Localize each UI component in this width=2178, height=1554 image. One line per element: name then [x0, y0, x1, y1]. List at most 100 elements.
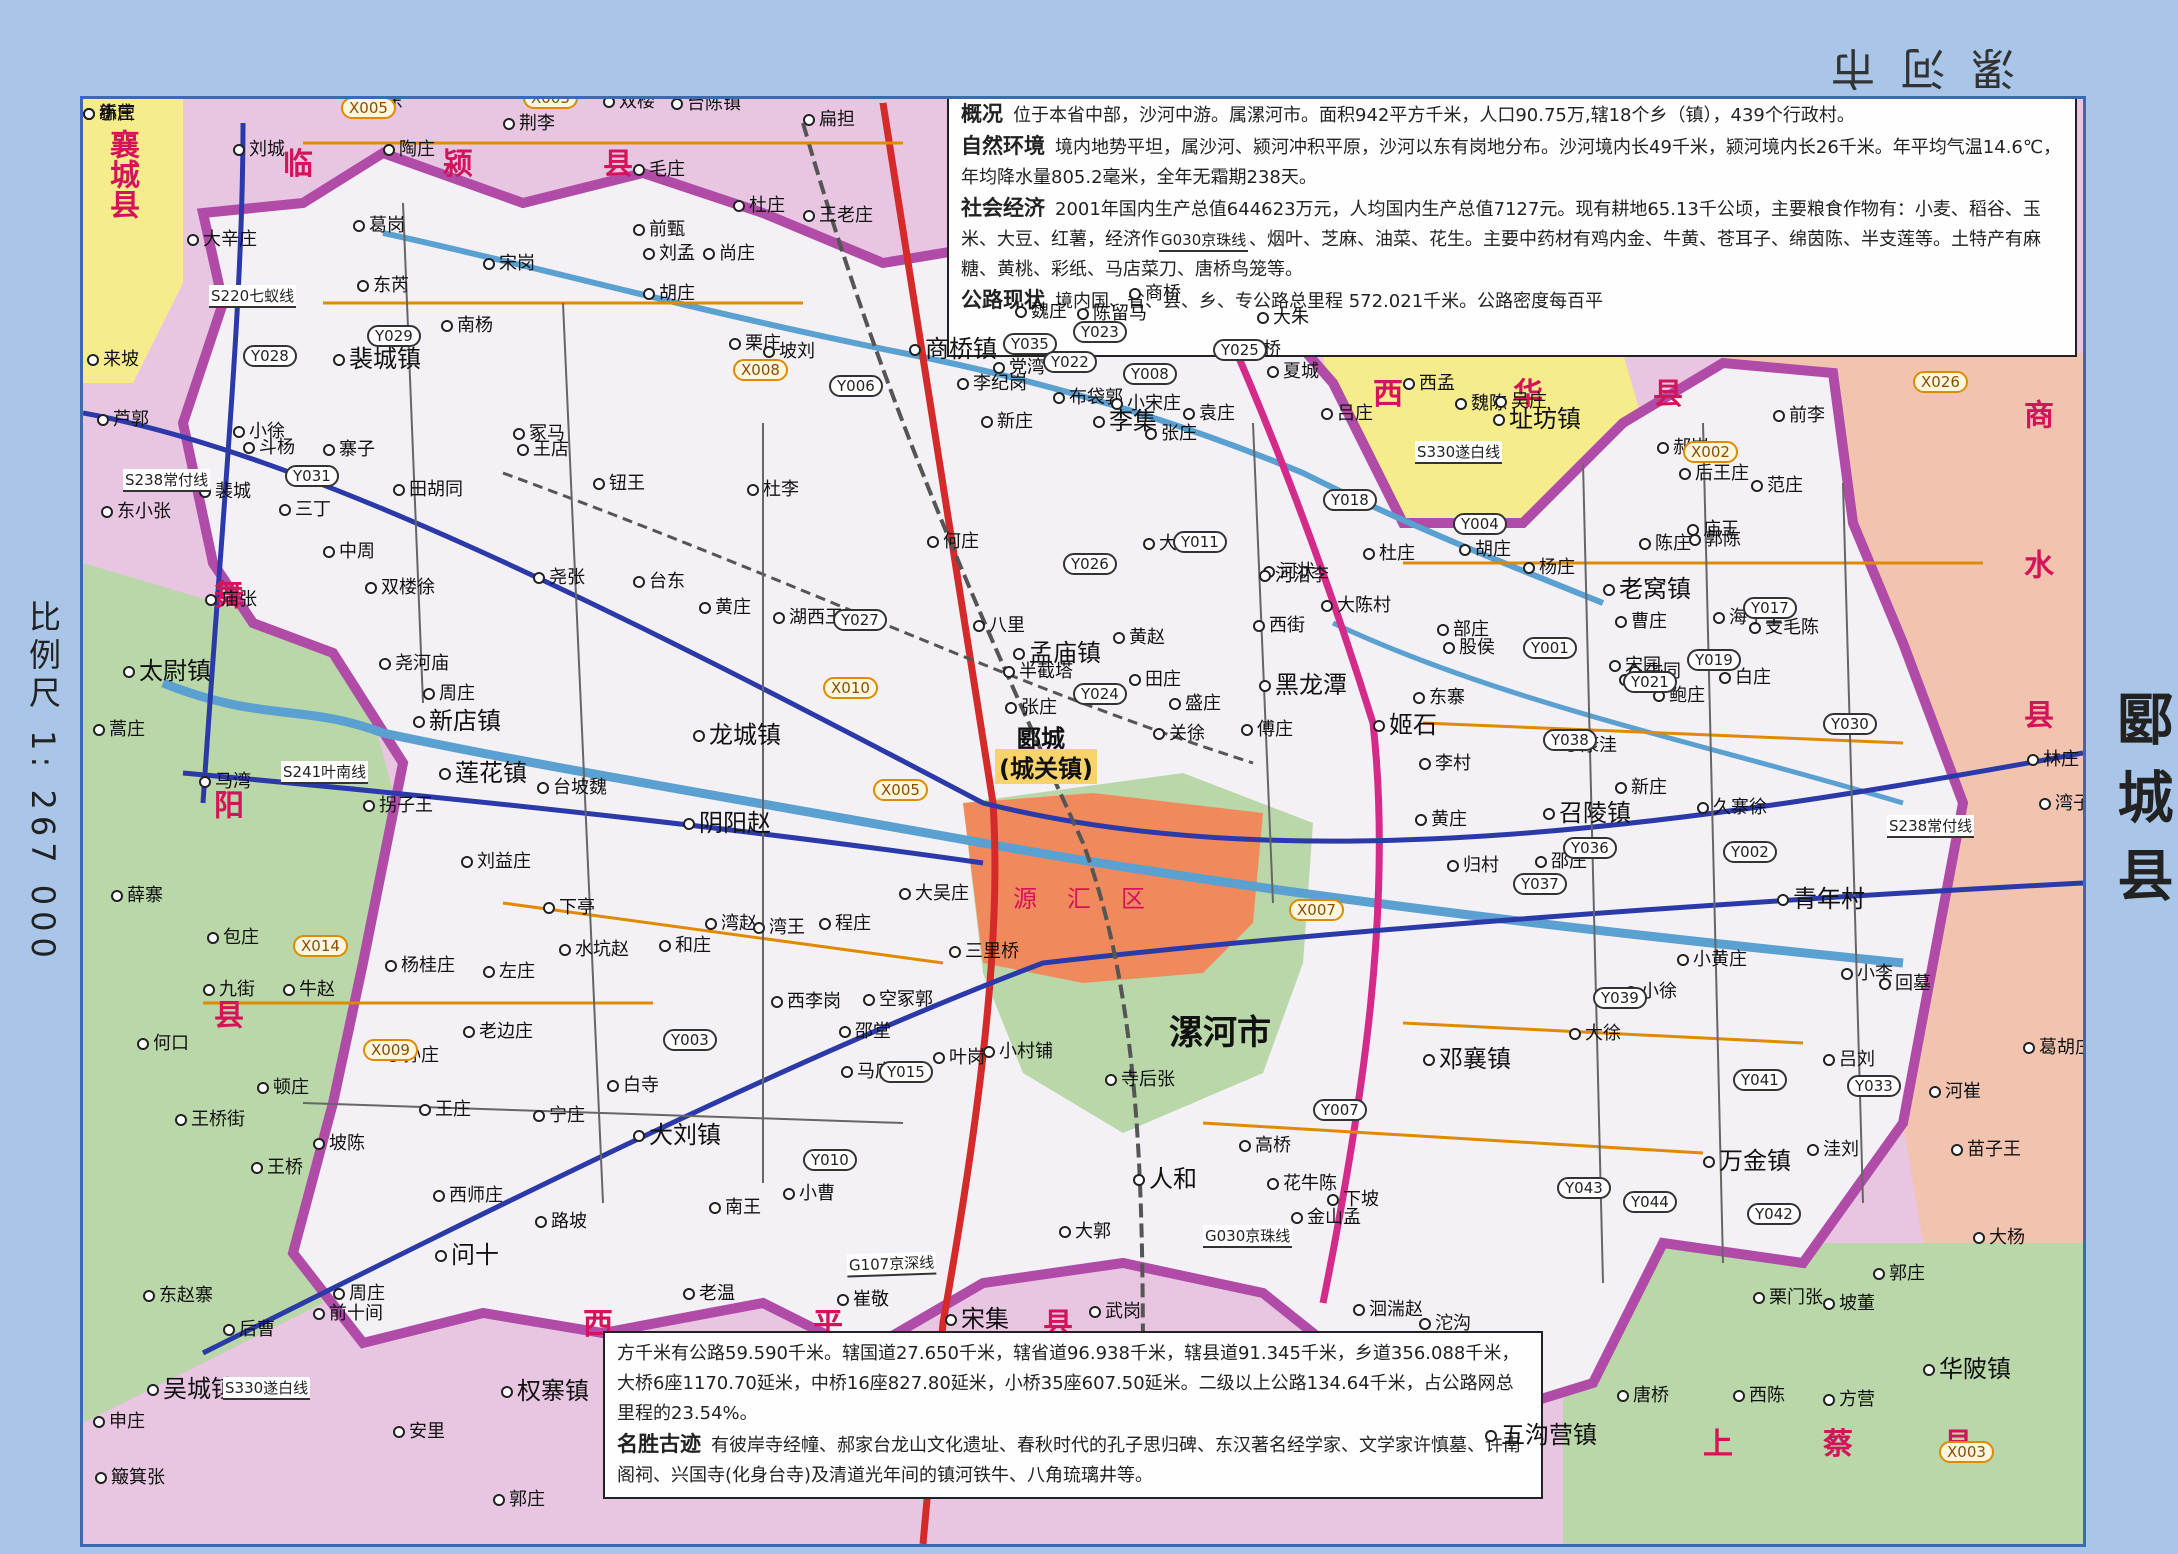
village-label: 坡陈	[313, 1129, 365, 1155]
village-marker	[1713, 612, 1725, 624]
town-wugouying[interactable]: 五沟营镇	[1485, 1415, 1597, 1450]
town-laowo[interactable]: 老窝镇	[1603, 569, 1691, 604]
village-label: 范庄	[1751, 471, 1803, 497]
town-label: 万金镇	[1719, 1147, 1791, 1175]
village-marker	[1015, 306, 1027, 318]
town-wanjin[interactable]: 万金镇	[1703, 1141, 1791, 1176]
city-label-luohe[interactable]: 漯河市	[1169, 1005, 1271, 1054]
village-name: 台陈镇	[687, 96, 741, 114]
town-dengxiang[interactable]: 邓襄镇	[1423, 1039, 1511, 1074]
town-label: 太尉镇	[139, 657, 211, 685]
town-huapi[interactable]: 华陂镇	[1923, 1349, 2011, 1384]
village-name: 前十间	[329, 1303, 383, 1324]
village-name: 大朱	[1273, 307, 1309, 328]
town-quanzhai[interactable]: 权寨镇	[501, 1371, 589, 1406]
village-marker	[863, 994, 875, 1006]
town-shangqiao[interactable]: 商桥镇	[909, 329, 997, 364]
village-name: 河崔	[1945, 1081, 1981, 1102]
village-label: 王庄	[419, 1095, 471, 1121]
village-label: 黄庄	[1415, 805, 1467, 831]
town-heilongtan[interactable]: 黑龙潭	[1259, 665, 1347, 700]
village-marker	[1363, 548, 1375, 560]
road-code-badge: Y022	[1043, 351, 1097, 373]
village-marker	[643, 248, 655, 260]
village-marker	[1111, 398, 1123, 410]
village-marker	[257, 1082, 269, 1094]
town-songji[interactable]: 宋集	[945, 1299, 1009, 1334]
village-label: 南杨	[441, 311, 493, 337]
village-marker	[137, 1038, 149, 1050]
town-wucheng[interactable]: 吴城镇	[147, 1369, 235, 1404]
village-marker	[927, 536, 939, 548]
village-label: 党湾	[993, 353, 1045, 379]
town-label: 问十	[451, 1241, 499, 1269]
village-name: 寨子	[339, 439, 375, 460]
town-taiwei[interactable]: 太尉镇	[123, 651, 211, 686]
village-label: 新庄	[981, 407, 1033, 433]
village-marker	[323, 546, 335, 558]
village-name: 前甄	[649, 219, 685, 240]
village-name: 杜李	[763, 479, 799, 500]
village-marker	[1873, 1268, 1885, 1280]
village-label: 葛岗	[353, 211, 405, 237]
town-qingniancun[interactable]: 青年村	[1777, 879, 1865, 914]
village-marker	[1259, 570, 1271, 582]
neighbor-label-shangshui: 商水县	[2018, 399, 2053, 849]
village-marker	[705, 918, 717, 930]
town-renhe[interactable]: 人和	[1133, 1159, 1197, 1194]
village-label: 部庄	[1437, 615, 1489, 641]
village-label: 老边庄	[463, 1017, 533, 1043]
town-longcheng[interactable]: 龙城镇	[693, 715, 781, 750]
village-marker	[513, 428, 525, 440]
village-label: 冢马	[513, 419, 565, 445]
village-label: 蒿庄	[93, 715, 145, 741]
village-marker	[1077, 308, 1089, 320]
village-marker	[313, 1308, 325, 1320]
village-label: 金山孟	[1291, 1203, 1361, 1229]
village-marker	[1455, 398, 1467, 410]
village-name: 王庄	[435, 1099, 471, 1120]
village-name: 何口	[153, 1033, 189, 1054]
village-label: 湾赵	[705, 909, 757, 935]
map-frame[interactable]: 襄城县 临颍县 西华县 商水县 舞阳县 西平县 上蔡县 概况 位于本省中部，沙河中…	[80, 96, 2086, 1547]
village-marker	[1615, 616, 1627, 628]
town-lianhua[interactable]: 莲花镇	[439, 753, 527, 788]
village-label: 田庄	[1129, 665, 1181, 691]
village-label: 郭庄	[1873, 1259, 1925, 1285]
village-name: 曹庄	[1631, 611, 1667, 632]
town-xindian[interactable]: 新店镇	[413, 701, 501, 736]
village-marker	[357, 280, 369, 292]
town-jishi[interactable]: 姬石	[1373, 705, 1437, 740]
village-name: 东小张	[117, 501, 171, 522]
district-label-yuanhui: 源汇区	[1013, 885, 1175, 913]
town-marker	[413, 716, 425, 728]
village-name: 夏城	[1283, 361, 1319, 382]
village-label: 三丁	[279, 495, 331, 521]
road-label-s241: S241叶南线	[281, 761, 369, 784]
village-label: 曹庄	[1615, 607, 1667, 633]
village-name: 申庄	[109, 1411, 145, 1432]
town-marker	[1703, 1156, 1715, 1168]
village-label: 盛庄	[1169, 689, 1221, 715]
village-marker	[803, 114, 815, 126]
town-daliu[interactable]: 大刘镇	[633, 1115, 721, 1150]
village-label: 水坑赵	[559, 935, 629, 961]
village-marker	[243, 442, 255, 454]
road-code-badge: X005	[873, 779, 928, 801]
village-marker	[1733, 1390, 1745, 1402]
village-label: 杜庄	[733, 191, 785, 217]
village-marker	[1679, 468, 1691, 480]
village-marker	[1239, 1140, 1251, 1152]
village-marker	[1823, 1298, 1835, 1310]
village-label: 葛胡庄	[2023, 1033, 2083, 1059]
town-wenshi[interactable]: 问十	[435, 1235, 499, 1270]
village-marker	[223, 1324, 235, 1336]
village-label: 湾王	[753, 913, 805, 939]
village-marker	[1145, 428, 1157, 440]
village-name: 新庄	[997, 411, 1033, 432]
village-marker	[1113, 632, 1125, 644]
town-yinyangzhao[interactable]: 阴阳赵	[683, 803, 771, 838]
town-label: 姬石	[1389, 711, 1437, 739]
village-name: 双楼徐	[381, 577, 435, 598]
village-marker	[1639, 538, 1651, 550]
